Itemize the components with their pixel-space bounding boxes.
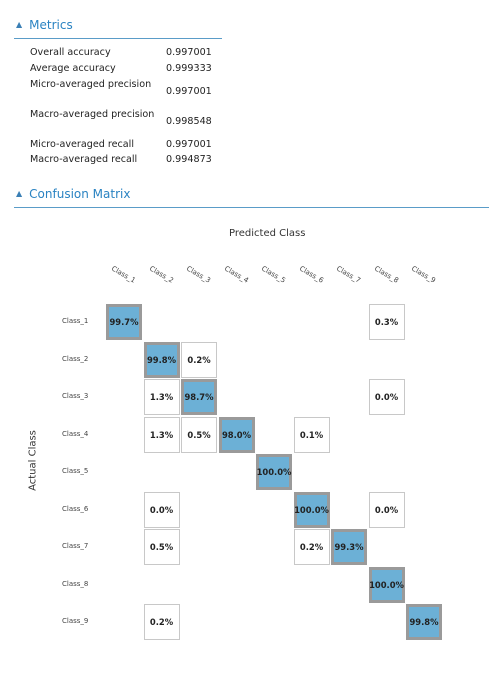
metric-label: Macro-averaged precision: [30, 109, 155, 120]
row-label: Class_9: [62, 617, 89, 625]
row-label: Class_6: [62, 504, 89, 513]
matrix-cell: 1.3%: [143, 379, 180, 415]
matrix-cell-diagonal: 99.7%: [106, 304, 142, 340]
metrics-section-header[interactable]: ▲ Metrics: [16, 14, 73, 36]
metric-value: 0.994873: [166, 154, 212, 165]
matrix-cell: 0.5%: [143, 529, 180, 565]
column-label: Class_5: [260, 264, 287, 285]
metrics-row: Average accuracy 0.999333: [30, 62, 230, 76]
metric-value: 0.997001: [166, 47, 212, 58]
row-label: Class_1: [62, 317, 89, 325]
column-label: Class_6: [297, 264, 325, 285]
metric-value: 0.999333: [166, 63, 212, 74]
metrics-row: Micro-averaged precision 0.997001: [30, 78, 230, 106]
actual-class-label: Actual Class: [27, 430, 39, 491]
collapse-triangle-icon: ▲: [16, 189, 23, 198]
metric-value: 0.998548: [166, 116, 212, 127]
matrix-cell-diagonal: 99.8%: [143, 341, 180, 378]
matrix-cell-diagonal: 100.0%: [368, 566, 405, 603]
metric-label: Macro-averaged recall: [30, 154, 138, 165]
matrix-cell: 0.5%: [181, 416, 217, 453]
predicted-class-label: Predicted Class: [229, 228, 306, 239]
metrics-divider: [14, 38, 222, 39]
column-label: Class_3: [185, 264, 212, 285]
matrix-cell: 0.0%: [368, 491, 405, 528]
confusion-title: Confusion Matrix: [29, 187, 131, 201]
collapse-triangle-icon: ▲: [16, 20, 23, 29]
matrix-cell: 0.1%: [293, 416, 330, 453]
metrics-row: Macro-averaged recall 0.994873: [30, 153, 230, 167]
matrix-cell: 0.0%: [368, 379, 405, 415]
row-label: Class_4: [62, 429, 89, 438]
column-label: Class_8: [372, 264, 400, 285]
metric-label: Overall accuracy: [30, 47, 111, 58]
matrix-cell: 0.2%: [181, 341, 217, 378]
row-label: Class_7: [62, 542, 89, 550]
matrix-cell-diagonal: 99.8%: [406, 604, 442, 640]
confusion-divider: [14, 207, 489, 208]
metric-label: Average accuracy: [30, 63, 116, 74]
matrix-cell: 0.0%: [143, 491, 180, 528]
column-label: Class_4: [222, 264, 250, 285]
metric-label: Micro-averaged precision: [30, 79, 152, 90]
matrix-cell-diagonal: 98.7%: [181, 379, 217, 415]
metric-value: 0.997001: [166, 86, 212, 97]
row-label: Class_5: [62, 467, 89, 475]
metrics-title: Metrics: [29, 18, 73, 32]
metrics-row: Micro-averaged recall 0.997001: [30, 138, 230, 152]
matrix-cell-diagonal: 98.0%: [218, 416, 255, 453]
row-label: Class_2: [62, 354, 89, 363]
matrix-cell: 0.3%: [368, 304, 405, 340]
matrix-cell: 1.3%: [143, 416, 180, 453]
row-label: Class_3: [62, 392, 89, 400]
metric-label: Micro-averaged recall: [30, 139, 134, 150]
column-label: Class_7: [335, 264, 362, 285]
matrix-cell: 0.2%: [293, 529, 330, 565]
confusion-section-header[interactable]: ▲ Confusion Matrix: [16, 183, 130, 205]
column-label: Class_2: [147, 264, 175, 285]
column-label: Class_9: [410, 264, 437, 285]
metric-value: 0.997001: [166, 139, 212, 150]
row-label: Class_8: [62, 579, 89, 588]
column-label: Class_1: [110, 264, 137, 285]
metrics-row: Macro-averaged precision 0.998548: [30, 108, 230, 136]
matrix-cell-diagonal: 100.0%: [256, 454, 292, 490]
matrix-cell-diagonal: 99.3%: [331, 529, 367, 565]
matrix-cell: 0.2%: [143, 604, 180, 640]
metrics-row: Overall accuracy 0.997001: [30, 46, 230, 60]
matrix-cell-diagonal: 100.0%: [293, 491, 330, 528]
